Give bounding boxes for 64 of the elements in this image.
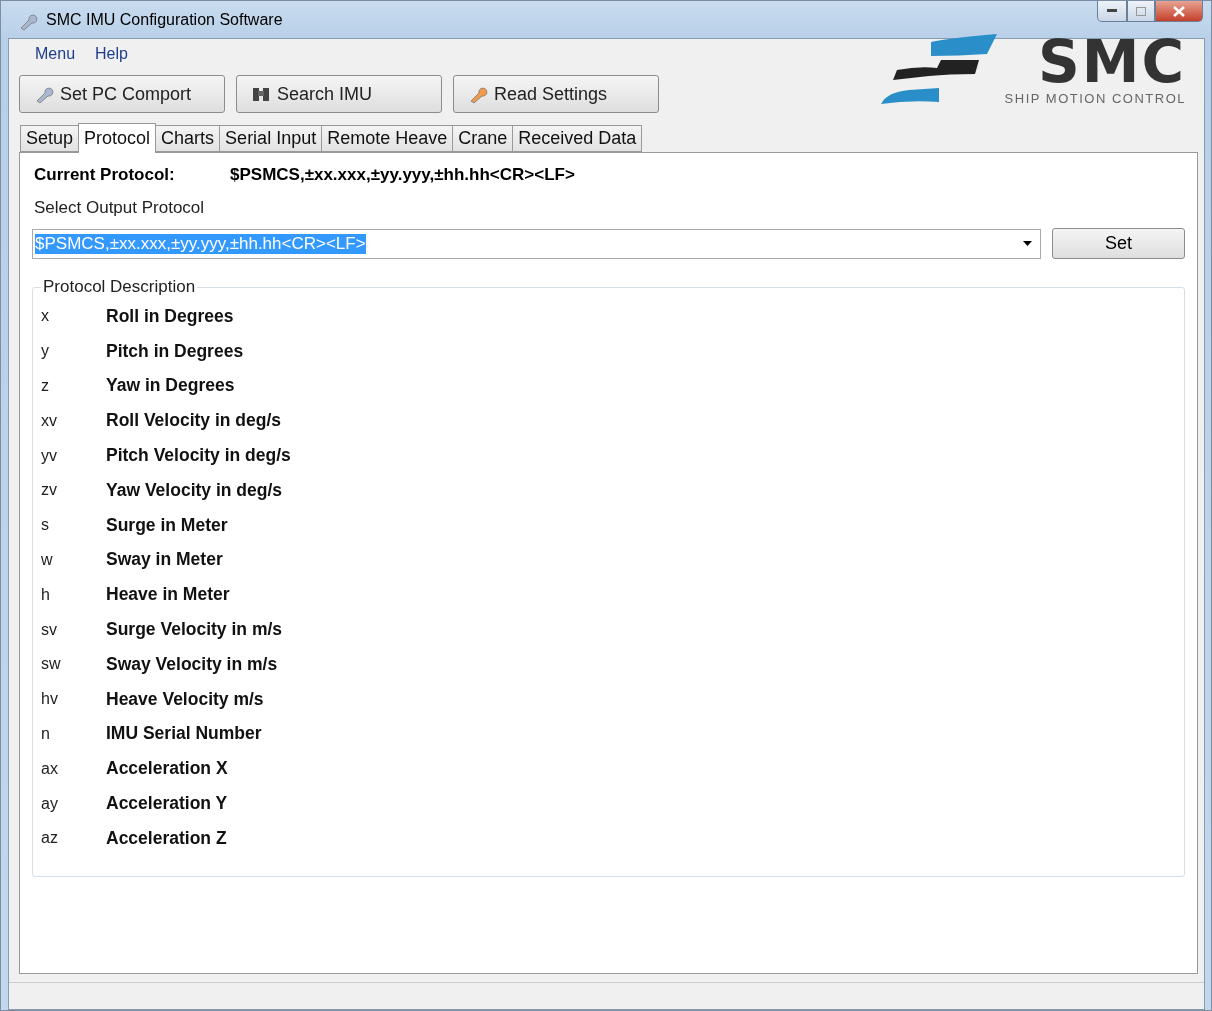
- field-symbol: yv: [41, 446, 58, 465]
- logo-wordmark: SMC: [1037, 33, 1186, 91]
- current-protocol-label: Current Protocol:: [34, 165, 176, 185]
- dropdown-caret-icon: [1023, 241, 1032, 246]
- maximize-button[interactable]: [1127, 1, 1155, 22]
- field-symbol: n: [41, 724, 51, 743]
- maximize-icon: [1136, 6, 1146, 16]
- field-symbol: x: [41, 307, 50, 326]
- field-description: Acceleration X: [106, 758, 228, 780]
- toolbar-button[interactable]: Search IMU: [236, 75, 442, 113]
- field-description: Roll in Degrees: [106, 305, 234, 327]
- minimize-button[interactable]: [1097, 1, 1127, 22]
- field-description: Heave Velocity m/s: [106, 688, 264, 710]
- toolbar-button[interactable]: Set PC Comport: [19, 75, 225, 113]
- logo-tagline: SHIP MOTION CONTROL: [1004, 91, 1186, 106]
- field-symbol: s: [41, 516, 50, 535]
- field-description: IMU Serial Number: [106, 723, 262, 745]
- field-symbol: xv: [41, 411, 58, 430]
- close-icon: [1173, 5, 1185, 17]
- wrench-icon: [468, 84, 488, 104]
- field-symbol: az: [41, 829, 59, 848]
- field-description: Pitch Velocity in deg/s: [106, 445, 291, 467]
- field-description: Surge Velocity in m/s: [106, 619, 283, 641]
- field-description: Acceleration Y: [106, 793, 228, 815]
- field-symbol: w: [41, 550, 54, 569]
- field-description: Yaw Velocity in deg/s: [106, 479, 283, 501]
- group-title: Protocol Description: [42, 277, 197, 297]
- tab[interactable]: Setup: [20, 125, 80, 152]
- wrench-icon: [18, 11, 38, 31]
- wrench-icon: [34, 84, 54, 104]
- field-symbol: zv: [41, 481, 58, 500]
- field-description: Acceleration Z: [106, 827, 227, 849]
- tab[interactable]: Serial Input: [219, 125, 323, 152]
- tab[interactable]: Remote Heave: [321, 125, 454, 152]
- field-symbol: ax: [41, 759, 59, 778]
- field-symbol: hv: [41, 690, 59, 709]
- toolbar-button[interactable]: Read Settings: [453, 75, 659, 113]
- menu-item[interactable]: Help: [89, 45, 136, 65]
- field-description: Sway in Meter: [106, 549, 223, 571]
- field-symbol: ay: [41, 794, 59, 813]
- field-symbol: sw: [41, 655, 62, 674]
- field-description: Roll Velocity in deg/s: [106, 410, 282, 432]
- field-symbol: y: [41, 342, 50, 361]
- set-button[interactable]: Set: [1052, 228, 1185, 259]
- tab[interactable]: Charts: [155, 125, 221, 152]
- tab[interactable]: Protocol: [78, 123, 157, 153]
- field-description: Pitch in Degrees: [106, 340, 244, 362]
- select-protocol-label: Select Output Protocol: [33, 198, 206, 218]
- menu-item[interactable]: Menu: [29, 45, 84, 65]
- window-title: SMC IMU Configuration Software: [46, 11, 283, 29]
- current-protocol-value: $PSMCS,±xx.xxx,±yy.yyy,±hh.hh<CR><LF>: [230, 165, 575, 185]
- logo-waves-icon: [878, 33, 999, 106]
- tab[interactable]: Crane: [452, 125, 514, 152]
- field-description: Heave in Meter: [106, 584, 230, 606]
- minimize-icon: [1107, 9, 1117, 13]
- close-button[interactable]: [1155, 1, 1203, 22]
- field-description: Yaw in Degrees: [106, 375, 235, 397]
- field-symbol: z: [41, 377, 50, 395]
- binoculars-icon: [251, 85, 271, 103]
- field-symbol: sv: [41, 620, 58, 639]
- tab[interactable]: Received Data: [512, 125, 643, 152]
- field-symbol: h: [41, 585, 51, 604]
- field-description: Sway Velocity in m/s: [106, 653, 278, 675]
- field-description: Surge in Meter: [106, 514, 228, 536]
